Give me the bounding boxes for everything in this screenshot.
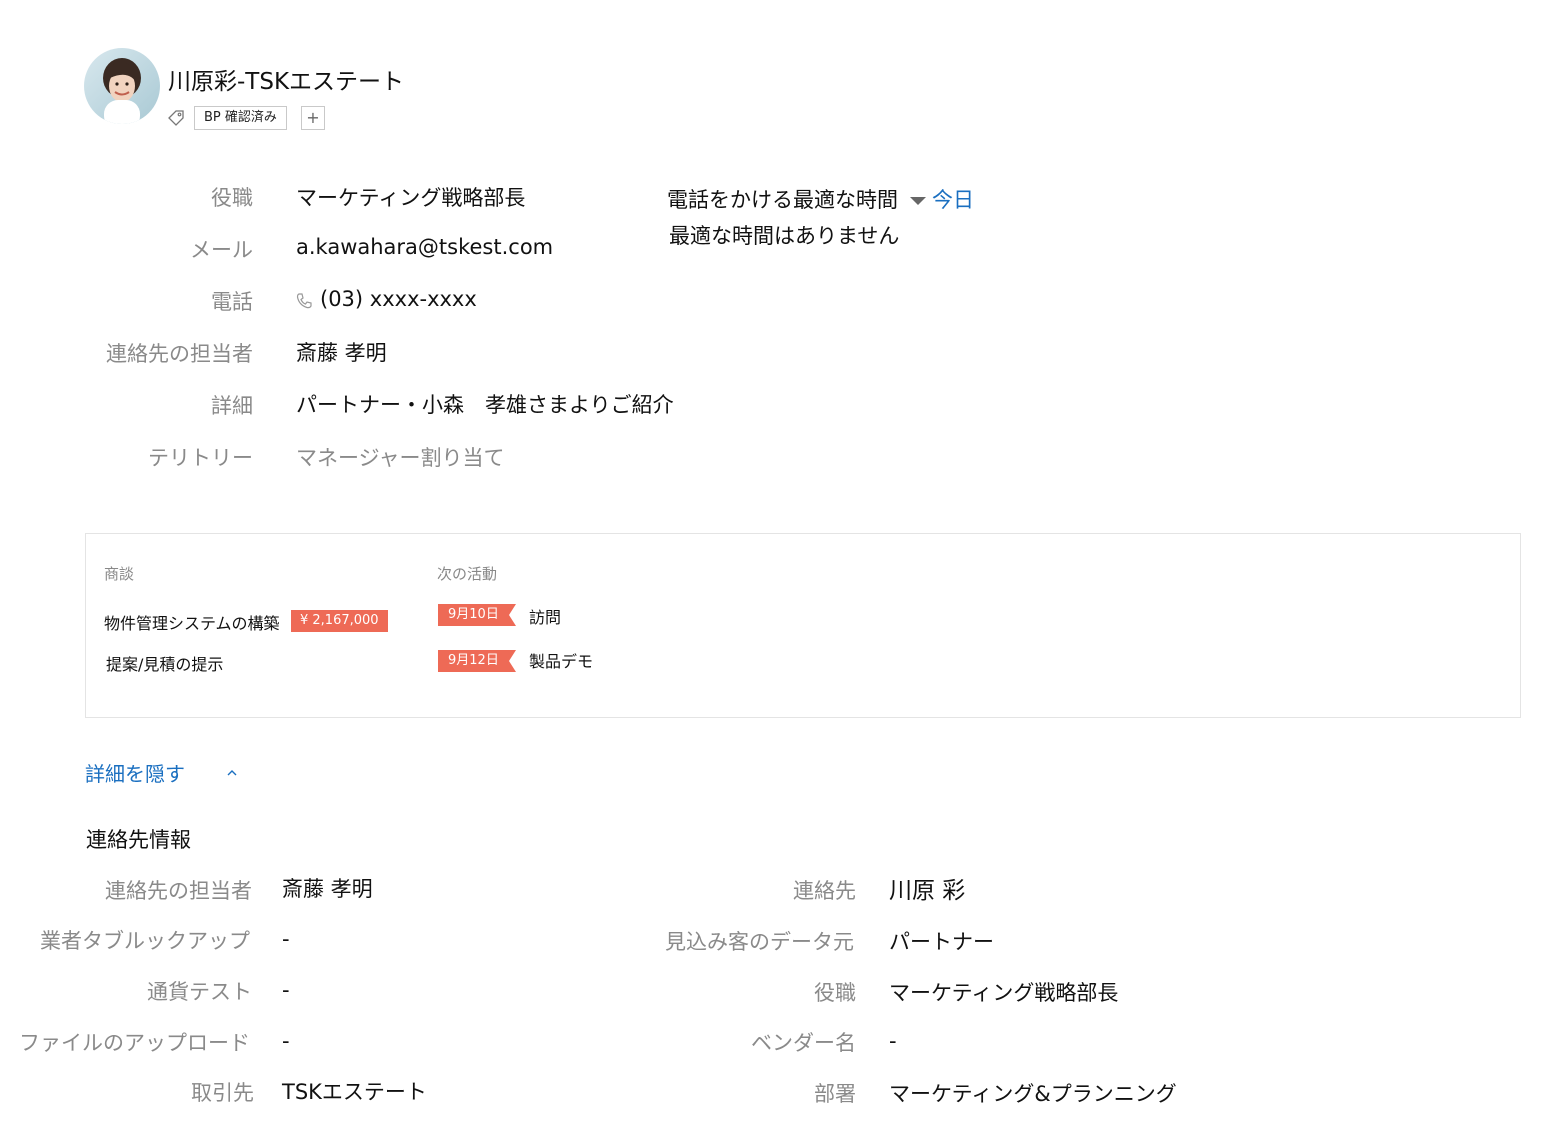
section-title-contact-info: 連絡先情報 (86, 828, 191, 852)
detail-value[interactable]: マーケティング&プランニング (889, 1078, 1177, 1108)
best-time-header: 電話をかける最適な時間 今日 (667, 184, 974, 214)
best-time-empty: 最適な時間はありません (669, 224, 900, 248)
field-value-description[interactable]: パートナー・小森 孝雄さまよりご紹介 (296, 389, 674, 419)
contact-title: 川原彩-TSKエステート (168, 69, 405, 95)
detail-label: 連絡先の担当者 (105, 879, 252, 903)
detail-value[interactable]: - (282, 1029, 290, 1053)
detail-label: ベンダー名 (751, 1031, 856, 1055)
hide-details-link[interactable]: 詳細を隠す (85, 758, 185, 787)
add-tag-button[interactable]: + (301, 106, 325, 130)
detail-label: 取引先 (191, 1081, 254, 1105)
chevron-up-icon[interactable] (226, 764, 238, 776)
deal-amount-badge: ¥ 2,167,000 (291, 610, 388, 632)
field-value-owner[interactable]: 斎藤 孝明 (296, 337, 387, 367)
field-label-title: 役職 (211, 186, 253, 210)
deal-name[interactable]: 提案/見積の提示 (106, 651, 223, 675)
field-label-description: 詳細 (211, 394, 253, 418)
detail-value[interactable]: パートナー (889, 926, 994, 956)
activity-date: 9月12日 (448, 653, 499, 668)
activity-name[interactable]: 訪問 (529, 604, 561, 628)
best-time-filter[interactable]: 今日 (932, 188, 974, 212)
detail-label: 見込み客のデータ元 (665, 930, 854, 954)
detail-label: 通貨テスト (147, 980, 252, 1004)
activity-name[interactable]: 製品デモ (529, 648, 593, 672)
best-time-label: 電話をかける最適な時間 (667, 188, 898, 212)
detail-value[interactable]: マーケティング戦略部長 (889, 977, 1118, 1007)
detail-value[interactable]: - (282, 978, 290, 1002)
contact-avatar[interactable] (84, 48, 160, 124)
tag-bp-verified[interactable]: BP 確認済み (194, 106, 287, 130)
field-value-phone[interactable]: (03) xxxx-xxxx (320, 287, 477, 311)
detail-label: 部署 (814, 1082, 856, 1106)
detail-value[interactable]: - (889, 1029, 897, 1053)
phone-icon[interactable] (294, 291, 314, 311)
field-value-title[interactable]: マーケティング戦略部長 (296, 182, 525, 212)
field-value-email[interactable]: a.kawahara@tskest.com (296, 235, 553, 259)
activities-heading: 次の活動 (437, 565, 498, 583)
detail-label: 連絡先 (793, 879, 856, 903)
detail-label: 業者タブルックアップ (40, 929, 250, 953)
activity-date-ribbon: 9月12日 (438, 650, 516, 672)
field-label-email: メール (190, 238, 253, 262)
caret-down-icon[interactable] (910, 197, 926, 205)
field-label-phone: 電話 (211, 290, 253, 314)
deal-name[interactable]: 物件管理システムの構築 (104, 610, 280, 634)
deals-heading: 商談 (104, 565, 135, 583)
field-value-territory[interactable]: マネージャー割り当て (296, 442, 505, 472)
detail-label: 役職 (814, 981, 856, 1005)
activity-date: 9月10日 (448, 607, 499, 622)
detail-value[interactable]: 川原 彩 (889, 871, 965, 905)
detail-value[interactable]: 斎藤 孝明 (282, 873, 373, 903)
tag-icon[interactable] (166, 108, 186, 128)
activity-date-ribbon: 9月10日 (438, 604, 516, 626)
field-label-territory: テリトリー (148, 446, 253, 470)
detail-label: ファイルのアップロード (19, 1031, 250, 1055)
detail-value[interactable]: - (282, 927, 290, 951)
field-label-owner: 連絡先の担当者 (106, 342, 253, 366)
detail-value[interactable]: TSKエステート (282, 1076, 427, 1106)
